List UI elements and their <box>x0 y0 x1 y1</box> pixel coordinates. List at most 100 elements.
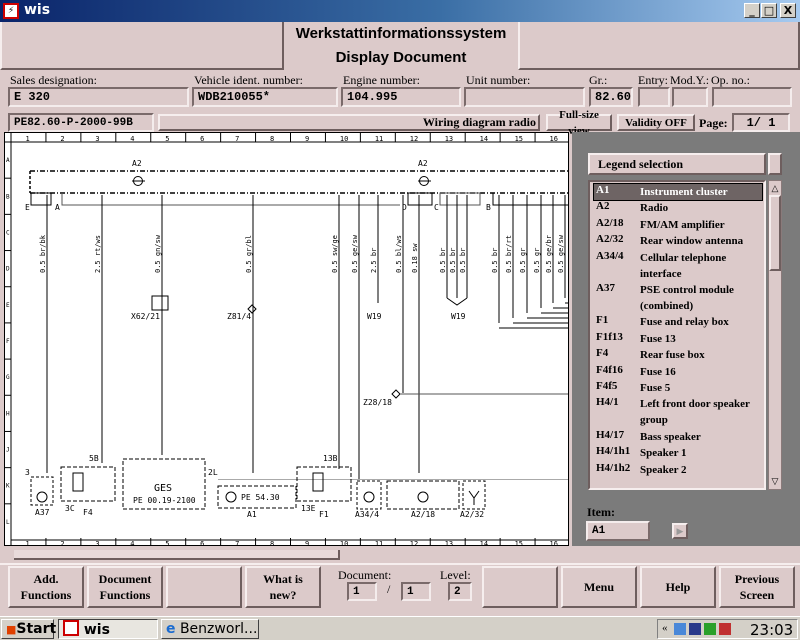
legend-item[interactable]: H4/1 Left front door speaker group <box>594 396 762 428</box>
grid-col-label: 14 <box>480 135 488 143</box>
grid-col-label: 7 <box>235 135 239 143</box>
legend-item-code: F4f16 <box>596 363 623 376</box>
legend-item-description: Rear window antenna <box>640 235 744 248</box>
legend-item[interactable]: A34/4 Cellular telephone interface <box>594 250 762 282</box>
wis-app-icon <box>63 620 79 636</box>
grid-col-label: 4 <box>130 540 134 546</box>
legend-selection-header[interactable]: Legend selection <box>588 153 766 175</box>
label-f4-top: 5B <box>89 454 99 463</box>
vin-label: Vehicle ident. number: <box>194 73 303 87</box>
scroll-thumb[interactable] <box>769 195 781 271</box>
legend-item[interactable]: F1f13 Fuse 13 <box>594 331 762 347</box>
grid-col-label: 13 <box>445 135 453 143</box>
grid-col-label: 8 <box>270 540 274 546</box>
legend-item-code: H4/17 <box>596 428 625 441</box>
legend-scrollbar[interactable]: △ ▽ <box>768 180 782 490</box>
wire-label: 0.5 br <box>439 248 447 273</box>
security-warning-icon[interactable] <box>689 623 701 635</box>
label-f1-left: 13E <box>301 504 316 513</box>
add-functions-button[interactable]: Add. Functions <box>8 566 84 608</box>
legend-item-description: Left front door speaker group <box>640 398 750 427</box>
legend-item[interactable]: F4 Rear fuse box <box>594 347 762 363</box>
play-arrow-icon: ▶ <box>676 526 684 536</box>
legend-item[interactable]: H4/1h1 Speaker 1 <box>594 445 762 461</box>
label-a2-18: A2/18 <box>411 510 435 519</box>
empty-button-2[interactable] <box>482 566 558 608</box>
legend-item[interactable]: A1 Instrument cluster <box>593 183 763 201</box>
legend-item-code: A2/32 <box>596 233 624 246</box>
sales-designation-field: E 320 <box>8 87 189 107</box>
network-icon[interactable] <box>674 623 686 635</box>
minimize-button[interactable]: _ <box>744 3 760 18</box>
wire-label: 0.5 gr/bl <box>245 235 253 273</box>
taskbar-benzworld[interactable]: e Benzworl... <box>161 619 259 639</box>
legend-item[interactable]: A2 Radio <box>594 200 762 216</box>
connector-e <box>30 192 52 206</box>
legend-item[interactable]: A2/32 Rear window antenna <box>594 233 762 249</box>
item-go-button[interactable]: ▶ <box>672 523 688 539</box>
legend-item-description: Fuse 16 <box>640 365 676 378</box>
start-button[interactable]: ■Start <box>1 619 56 639</box>
label-w19-left: W19 <box>367 312 382 321</box>
validity-toggle-button[interactable]: Validity OFF <box>617 114 695 131</box>
grid-col-label: 6 <box>200 135 204 143</box>
label-x62-21: X62/21 <box>131 312 160 321</box>
document-title: Wiring diagram radio <box>158 114 540 131</box>
component-f1 <box>296 466 352 502</box>
legend-items: A1 Instrument cluster A2 Radio A2/18 FM/AM am… <box>588 180 766 490</box>
grid-col-label: 1 <box>25 135 29 143</box>
clock[interactable]: 23:03 <box>750 621 793 639</box>
legend-item[interactable]: F4f16 Fuse 16 <box>594 364 762 380</box>
close-button[interactable]: X <box>780 3 796 18</box>
legend-item[interactable]: H4/17 Bass speaker <box>594 429 762 445</box>
legend-item-code: A2/18 <box>596 216 624 229</box>
connector-b <box>492 193 568 206</box>
taskbar: ■Start wis e Benzworl... « 23:03 <box>0 616 800 640</box>
item-field[interactable]: A1 <box>586 521 650 541</box>
wiring-diagram[interactable]: 1 2 3 4 5 6 7 8 9 10 11 12 13 14 15 16 1 2 3 4 5 6 7 8 9 10 11 12 1… <box>4 132 569 546</box>
help-button[interactable]: Help <box>640 566 716 608</box>
grid-col-label: 4 <box>130 135 134 143</box>
taskbar-wis[interactable]: wis <box>58 619 158 639</box>
horizontal-scroll-thumb[interactable] <box>14 550 340 560</box>
legend-item[interactable]: F1 Fuse and relay box <box>594 314 762 330</box>
legend-item[interactable]: A2/18 FM/AM amplifier <box>594 217 762 233</box>
legend-header-button[interactable] <box>768 153 782 175</box>
document-functions-button[interactable]: Document Functions <box>87 566 163 608</box>
legend-item[interactable]: H4/1h2 Speaker 2 <box>594 462 762 478</box>
disconnected-icon[interactable] <box>719 623 731 635</box>
wire-label: 0.5 ge/br <box>545 235 553 273</box>
menu-button[interactable]: Menu <box>561 566 637 608</box>
header-subtitle: Display Document <box>335 49 467 66</box>
legend-item-description: Fuse 5 <box>640 382 671 394</box>
grid-col-label: 10 <box>340 540 348 546</box>
windows-logo-icon: ■ <box>6 623 17 636</box>
full-size-view-button[interactable]: Full-size view <box>546 109 612 137</box>
horizontal-scrollbar[interactable] <box>4 548 569 562</box>
legend-item[interactable]: A37 PSE control module (combined) <box>594 282 762 314</box>
previous-screen-button[interactable]: Previous Screen <box>719 566 795 608</box>
label-a1: A1 <box>247 510 257 519</box>
unit-number-label: Unit number: <box>466 73 531 87</box>
grid-row-label: G <box>6 374 10 381</box>
grid-row-label: E <box>6 302 10 309</box>
scroll-up-icon[interactable]: △ <box>770 182 780 194</box>
legend-item-code: F4 <box>596 347 609 360</box>
group-label: Gr.: <box>589 73 608 87</box>
grid-col-label: 7 <box>235 540 239 546</box>
connector-c <box>439 192 481 206</box>
whats-new-button[interactable]: What is new? <box>245 566 321 608</box>
connector-a-label: A <box>55 203 60 212</box>
empty-button-1[interactable] <box>166 566 242 608</box>
label-z28-18: Z28/18 <box>363 398 392 407</box>
maximize-button[interactable]: □ <box>761 3 777 18</box>
wireless-icon[interactable] <box>704 623 716 635</box>
legend-item-code: F1 <box>596 314 609 327</box>
scroll-down-icon[interactable]: ▽ <box>770 475 780 487</box>
diagram-frame <box>10 141 568 541</box>
sales-designation-label: Sales designation: <box>10 73 97 87</box>
radio-symbol-left <box>132 176 145 186</box>
grid-col-label: 12 <box>410 135 418 143</box>
legend-item[interactable]: F4f5 Fuse 5 <box>594 380 762 396</box>
tray-expand-icon[interactable]: « <box>662 622 668 634</box>
